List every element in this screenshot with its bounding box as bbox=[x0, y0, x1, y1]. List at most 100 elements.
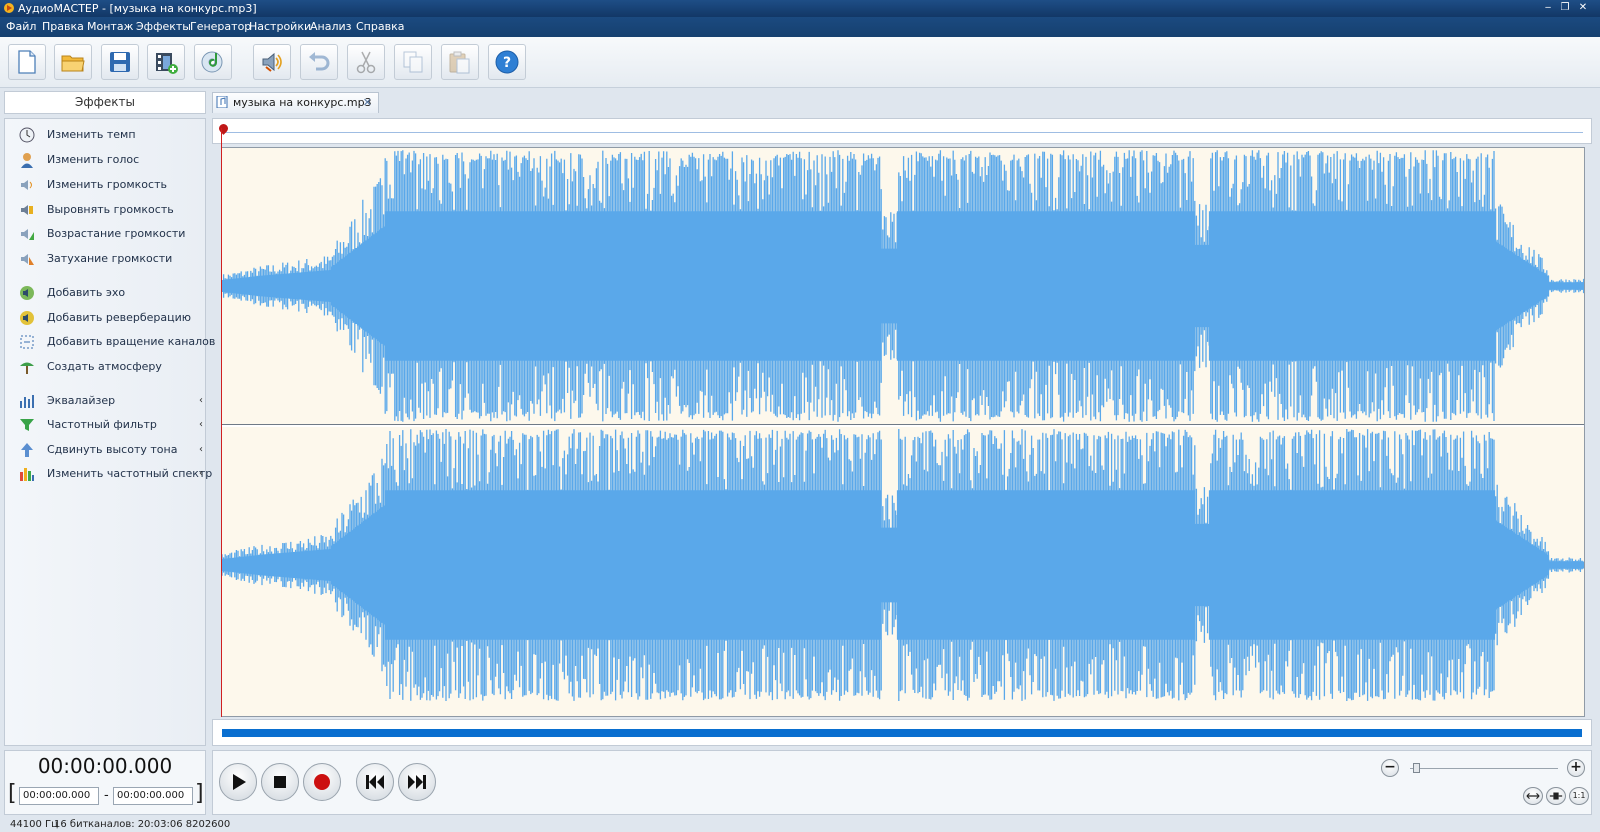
range-end-input[interactable]: 00:00:00.000 bbox=[113, 787, 193, 805]
effect-equalizer[interactable]: Эквалайзер ‹ bbox=[15, 391, 203, 411]
skip-forward-button[interactable] bbox=[398, 763, 436, 801]
fit-selection-icon bbox=[1549, 792, 1563, 800]
effect-pitch-shift[interactable]: Сдвинуть высоту тона ‹ bbox=[15, 440, 203, 460]
restore-button[interactable]: ❐ bbox=[1558, 0, 1572, 17]
document-tab-label: музыка на конкурс.mp3 bbox=[233, 96, 372, 109]
expand-arrow-icon[interactable]: ‹ bbox=[199, 415, 203, 435]
play-button[interactable] bbox=[219, 763, 257, 801]
time-panel: 00:00:00.000 [ 00:00:00.000 - 00:00:00.0… bbox=[4, 750, 206, 815]
waveform-view[interactable] bbox=[221, 147, 1585, 717]
record-icon bbox=[314, 774, 330, 790]
cut-button[interactable] bbox=[347, 44, 385, 80]
echo-icon bbox=[20, 286, 34, 300]
spectrum-icon bbox=[20, 468, 34, 481]
paste-button[interactable] bbox=[441, 44, 479, 80]
fit-selection-button[interactable] bbox=[1546, 787, 1566, 805]
new-file-icon bbox=[18, 50, 36, 74]
new-file-button[interactable] bbox=[8, 44, 46, 80]
open-folder-icon bbox=[61, 55, 85, 72]
status-channels: каналов: 2 bbox=[88, 819, 145, 830]
menu-file[interactable]: Файл bbox=[6, 17, 36, 37]
cd-rip-button[interactable] bbox=[194, 44, 232, 80]
zoom-1-1-button[interactable]: 1:1 bbox=[1569, 787, 1589, 805]
effect-normalize-volume[interactable]: Выровнять громкость bbox=[15, 200, 201, 220]
menu-analysis[interactable]: Анализ bbox=[310, 17, 352, 37]
skip-back-icon bbox=[366, 775, 384, 789]
effect-change-tempo[interactable]: Изменить темп bbox=[15, 125, 201, 145]
scroll-thumb[interactable] bbox=[222, 729, 1582, 737]
effect-add-echo[interactable]: Добавить эхо bbox=[15, 283, 201, 303]
transport-bar: − + 1:1 bbox=[212, 750, 1592, 815]
fit-width-button[interactable] bbox=[1523, 787, 1543, 805]
cd-rip-icon bbox=[201, 51, 223, 73]
effects-panel: Изменить темп Изменить голос Изменить гр… bbox=[4, 118, 215, 746]
current-time: 00:00:00.000 bbox=[37, 754, 173, 778]
expand-arrow-icon[interactable]: ‹ bbox=[199, 391, 203, 411]
document-tab[interactable]: музыка на конкурс.mp3 ✕ bbox=[212, 92, 379, 113]
effect-frequency-filter[interactable]: Частотный фильтр ‹ bbox=[15, 415, 203, 435]
range-bracket-open: [ bbox=[8, 781, 17, 806]
effect-change-voice[interactable]: Изменить голос bbox=[15, 150, 201, 170]
range-separator: - bbox=[104, 788, 109, 803]
atmosphere-icon bbox=[20, 362, 34, 374]
effect-change-volume[interactable]: Изменить громкость bbox=[15, 175, 201, 195]
range-start-input[interactable]: 00:00:00.000 bbox=[19, 787, 99, 805]
effect-create-atmosphere[interactable]: Создать атмосферу bbox=[15, 357, 201, 377]
menu-generator[interactable]: Генератор bbox=[190, 17, 251, 37]
zoom-out-button[interactable]: − bbox=[1381, 759, 1399, 777]
zoom-slider-thumb[interactable] bbox=[1413, 763, 1420, 773]
waveform-canvas[interactable] bbox=[222, 148, 1584, 716]
reverb-icon bbox=[20, 311, 34, 325]
fade-out-icon bbox=[21, 254, 34, 265]
close-window-button[interactable]: ✕ bbox=[1576, 0, 1590, 17]
zoom-slider-track[interactable] bbox=[1410, 768, 1558, 769]
timeline-track bbox=[223, 132, 1583, 133]
window-title: АудиоМАСТЕР - [музыка на конкурс.mp3] bbox=[18, 2, 257, 15]
help-button[interactable]: ? bbox=[488, 44, 526, 80]
effect-fade-in[interactable]: Возрастание громкости bbox=[15, 224, 201, 244]
minimize-button[interactable]: ‒ bbox=[1541, 0, 1555, 17]
menu-edit[interactable]: Правка bbox=[42, 17, 84, 37]
timeline-ruler[interactable] bbox=[212, 118, 1592, 144]
toolbar: ? bbox=[0, 37, 1600, 88]
open-button[interactable] bbox=[54, 44, 92, 80]
effect-change-spectrum[interactable]: Изменить частотный спектр ‹ bbox=[15, 464, 212, 484]
skip-back-button[interactable] bbox=[356, 763, 394, 801]
volume-effect-button[interactable] bbox=[253, 44, 291, 80]
save-button[interactable] bbox=[101, 44, 139, 80]
filter-icon bbox=[20, 419, 34, 431]
skip-forward-icon bbox=[408, 775, 426, 789]
svg-text:?: ? bbox=[503, 55, 511, 71]
menu-settings[interactable]: Настройки bbox=[249, 17, 311, 37]
fit-width-icon bbox=[1526, 792, 1540, 800]
zoom-in-button[interactable]: + bbox=[1567, 759, 1585, 777]
playhead-line bbox=[221, 128, 222, 717]
copy-button[interactable] bbox=[394, 44, 432, 80]
effect-add-reverb[interactable]: Добавить реверберацию bbox=[15, 308, 201, 328]
undo-button[interactable] bbox=[300, 44, 338, 80]
title-bar: АудиоМАСТЕР - [музыка на конкурс.mp3] ‒ … bbox=[0, 0, 1600, 17]
close-tab-icon[interactable]: ✕ bbox=[363, 93, 372, 112]
status-bar: 44100 Гц 16 бит каналов: 2 0:03:06 82026… bbox=[0, 817, 1600, 832]
effects-panel-header: Эффекты bbox=[4, 91, 206, 114]
volume-icon bbox=[21, 180, 32, 190]
expand-arrow-icon[interactable]: ‹ bbox=[199, 464, 203, 484]
volume-effect-icon bbox=[262, 52, 282, 72]
add-video-icon bbox=[156, 53, 178, 74]
menu-help[interactable]: Справка bbox=[356, 17, 404, 37]
menu-effects[interactable]: Эффекты bbox=[136, 17, 191, 37]
fade-in-icon bbox=[21, 229, 34, 240]
effect-fade-out[interactable]: Затухание громкости bbox=[15, 249, 201, 269]
expand-arrow-icon[interactable]: ‹ bbox=[199, 440, 203, 460]
waveform-scroll[interactable] bbox=[212, 719, 1592, 746]
status-sample-rate: 44100 Гц bbox=[10, 819, 58, 830]
add-video-button[interactable] bbox=[147, 44, 185, 80]
stop-button[interactable] bbox=[261, 763, 299, 801]
app-logo-icon bbox=[4, 3, 14, 13]
record-button[interactable] bbox=[303, 763, 341, 801]
effect-rotate-channels[interactable]: Добавить вращение каналов bbox=[15, 332, 215, 352]
menu-montage[interactable]: Монтаж bbox=[87, 17, 133, 37]
status-bit-depth: 16 бит bbox=[54, 819, 89, 830]
save-icon bbox=[110, 52, 130, 72]
right-channel-waveform-core bbox=[222, 490, 1584, 640]
